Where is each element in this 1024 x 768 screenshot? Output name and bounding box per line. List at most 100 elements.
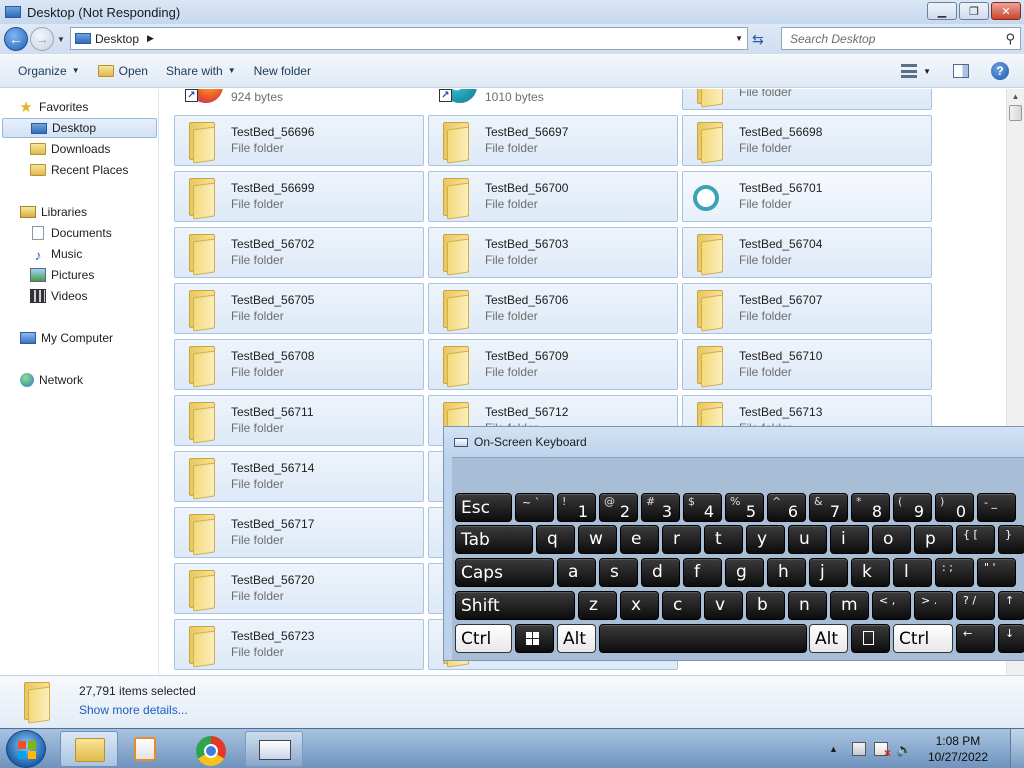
- key-j[interactable]: j: [809, 558, 848, 587]
- key-d[interactable]: d: [641, 558, 680, 587]
- search-icon[interactable]: ⚲: [1005, 31, 1015, 47]
- list-item-folder[interactable]: TestBed_56711 File folder: [174, 395, 424, 446]
- nav-pictures[interactable]: Pictures: [30, 265, 94, 285]
- key-windows[interactable]: [515, 624, 554, 653]
- key-2[interactable]: @2: [599, 493, 638, 522]
- key-arrow-down[interactable]: ↓: [998, 624, 1024, 653]
- clock[interactable]: 1:08 PM 10/27/2022: [928, 733, 988, 765]
- taskbar-on-screen-keyboard[interactable]: [245, 731, 303, 767]
- preview-pane-icon[interactable]: [953, 64, 969, 78]
- search-input[interactable]: Search Desktop ⚲: [781, 27, 1021, 50]
- key-ctrl-left[interactable]: Ctrl: [455, 624, 512, 653]
- key-g[interactable]: g: [725, 558, 764, 587]
- list-item-folder[interactable]: TestBed_56720 File folder: [174, 563, 424, 614]
- key-caps-lock[interactable]: Caps: [455, 558, 554, 587]
- back-button[interactable]: ←: [4, 27, 28, 51]
- key-3[interactable]: #3: [641, 493, 680, 522]
- key-l[interactable]: l: [893, 558, 932, 587]
- key-arrow-left[interactable]: ←: [956, 624, 995, 653]
- list-item-folder[interactable]: TestBed_56708 File folder: [174, 339, 424, 390]
- key-menu[interactable]: [851, 624, 890, 653]
- key-arrow-up[interactable]: ↑: [998, 591, 1024, 620]
- key-tab[interactable]: Tab: [455, 525, 533, 554]
- list-item-shortcut[interactable]: ↗ 924 bytes: [174, 89, 424, 115]
- breadcrumb-desktop[interactable]: Desktop: [95, 32, 139, 46]
- key-1[interactable]: ! 1: [557, 493, 596, 522]
- nav-favorites[interactable]: ★ Favorites: [18, 97, 88, 117]
- nav-music[interactable]: ♪ Music: [30, 244, 83, 264]
- action-center-icon[interactable]: [873, 742, 891, 760]
- breadcrumb-arrow-icon[interactable]: ▶: [147, 33, 154, 44]
- key-o[interactable]: o: [872, 525, 911, 554]
- change-view-icon[interactable]: [901, 64, 918, 78]
- key-slash[interactable]: ? /: [956, 591, 995, 620]
- nav-videos[interactable]: Videos: [30, 286, 87, 306]
- key-u[interactable]: u: [788, 525, 827, 554]
- new-folder-button[interactable]: New folder: [254, 64, 311, 78]
- list-item-folder[interactable]: TestBed_56706 File folder: [428, 283, 678, 334]
- list-item-folder[interactable]: File folder: [682, 89, 932, 110]
- nav-network[interactable]: Network: [20, 370, 83, 390]
- key-period[interactable]: > .: [914, 591, 953, 620]
- list-item-folder[interactable]: TestBed_56709 File folder: [428, 339, 678, 390]
- address-dropdown-icon[interactable]: ▼: [735, 34, 743, 43]
- start-button[interactable]: [6, 730, 46, 768]
- list-item-folder[interactable]: TestBed_56698 File folder: [682, 115, 932, 166]
- forward-button[interactable]: →: [30, 27, 54, 51]
- key-8[interactable]: * 8: [851, 493, 890, 522]
- list-item-folder[interactable]: TestBed_56717 File folder: [174, 507, 424, 558]
- nav-desktop[interactable]: Desktop: [2, 118, 157, 138]
- nav-recent-places[interactable]: Recent Places: [30, 160, 128, 180]
- key-r[interactable]: r: [662, 525, 701, 554]
- key-comma[interactable]: < ,: [872, 591, 911, 620]
- key-c[interactable]: c: [662, 591, 701, 620]
- network-status-icon[interactable]: [851, 742, 866, 756]
- key-q[interactable]: q: [536, 525, 575, 554]
- taskbar-media-player[interactable]: [124, 731, 182, 767]
- list-item-folder[interactable]: TestBed_56701 File folder: [682, 171, 932, 222]
- list-item-folder[interactable]: TestBed_56704 File folder: [682, 227, 932, 278]
- key-right-bracket[interactable]: }: [998, 525, 1024, 554]
- key-4[interactable]: $4: [683, 493, 722, 522]
- key-z[interactable]: z: [578, 591, 617, 620]
- key-h[interactable]: h: [767, 558, 806, 587]
- key-space[interactable]: [599, 624, 807, 653]
- list-item-folder[interactable]: TestBed_56703 File folder: [428, 227, 678, 278]
- show-desktop-button[interactable]: [1010, 729, 1024, 768]
- key-semicolon[interactable]: : ;: [935, 558, 974, 587]
- nav-documents[interactable]: Documents: [30, 223, 112, 243]
- key-esc[interactable]: Esc: [455, 493, 512, 522]
- key-quote[interactable]: " ': [977, 558, 1016, 587]
- key-t[interactable]: t: [704, 525, 743, 554]
- key-5[interactable]: % 5: [725, 493, 764, 522]
- key-w[interactable]: w: [578, 525, 617, 554]
- key-a[interactable]: a: [557, 558, 596, 587]
- list-item-shortcut[interactable]: ↗ 1010 bytes: [428, 89, 678, 115]
- list-item-folder[interactable]: TestBed_56705 File folder: [174, 283, 424, 334]
- taskbar-chrome[interactable]: [183, 731, 241, 767]
- help-icon[interactable]: ?: [991, 62, 1009, 80]
- key-minus[interactable]: - _: [977, 493, 1016, 522]
- minimize-button[interactable]: ▁: [927, 2, 957, 20]
- key-f[interactable]: f: [683, 558, 722, 587]
- view-options-dropdown[interactable]: ▼: [923, 67, 931, 76]
- show-hidden-icons-button[interactable]: ▲: [829, 744, 838, 754]
- key-left-bracket[interactable]: { [: [956, 525, 995, 554]
- scroll-up-icon[interactable]: ▲: [1007, 89, 1024, 105]
- open-button[interactable]: Open: [97, 64, 148, 78]
- nav-libraries[interactable]: Libraries: [20, 202, 87, 222]
- key-9[interactable]: (9: [893, 493, 932, 522]
- taskbar-explorer[interactable]: [60, 731, 118, 767]
- list-item-folder[interactable]: TestBed_56696 File folder: [174, 115, 424, 166]
- list-item-folder[interactable]: TestBed_56700 File folder: [428, 171, 678, 222]
- key-e[interactable]: e: [620, 525, 659, 554]
- key-i[interactable]: i: [830, 525, 869, 554]
- nav-my-computer[interactable]: My Computer: [20, 328, 113, 348]
- list-item-folder[interactable]: TestBed_56697 File folder: [428, 115, 678, 166]
- key-ctrl-right[interactable]: Ctrl: [893, 624, 953, 653]
- nav-downloads[interactable]: Downloads: [30, 139, 110, 159]
- list-item-folder[interactable]: TestBed_56710 File folder: [682, 339, 932, 390]
- key-tilde[interactable]: ~ `: [515, 493, 554, 522]
- key-y[interactable]: y: [746, 525, 785, 554]
- key-p[interactable]: p: [914, 525, 953, 554]
